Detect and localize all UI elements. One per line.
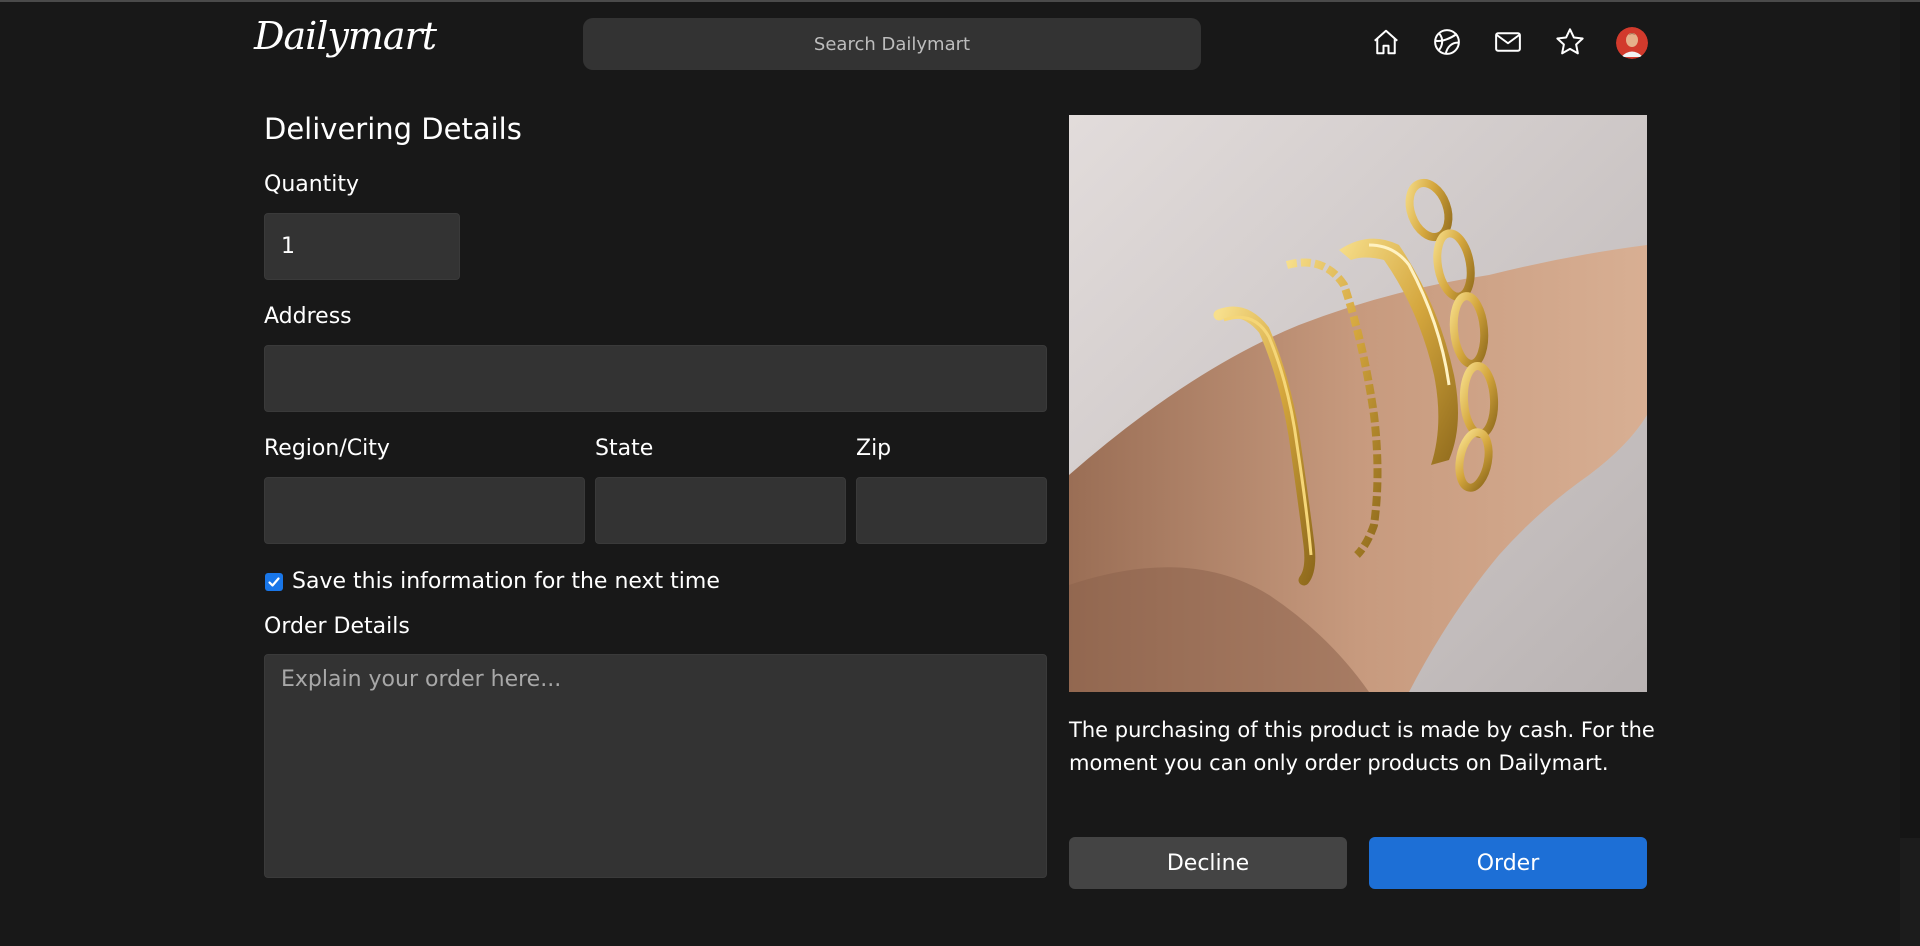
product-image: [1069, 115, 1647, 692]
region-city-label: Region/City: [264, 436, 390, 461]
star-icon[interactable]: [1554, 26, 1586, 58]
dailymart-logo[interactable]: Dailymart: [254, 14, 437, 58]
scrollbar[interactable]: [1900, 2, 1920, 838]
state-label: State: [595, 436, 654, 461]
zip-field[interactable]: [856, 477, 1047, 544]
order-button[interactable]: Order: [1369, 837, 1647, 889]
payment-info-text: The purchasing of this product is made b…: [1069, 718, 1655, 775]
save-info-checkbox[interactable]: [265, 573, 283, 591]
home-icon[interactable]: [1370, 26, 1402, 58]
save-info-label[interactable]: Save this information for the next time: [292, 569, 720, 594]
address-label: Address: [264, 304, 352, 329]
quantity-label: Quantity: [264, 172, 360, 197]
region-city-field[interactable]: [264, 477, 585, 544]
mail-icon[interactable]: [1492, 26, 1524, 58]
quantity-field[interactable]: [264, 213, 460, 280]
page-title: Delivering Details: [264, 112, 522, 146]
globe-icon[interactable]: [1431, 26, 1463, 58]
address-field[interactable]: [264, 345, 1047, 412]
scrollbar-track[interactable]: [1900, 838, 1920, 946]
search-input[interactable]: [583, 18, 1201, 70]
decline-button[interactable]: Decline: [1069, 837, 1347, 889]
zip-label: Zip: [856, 436, 892, 461]
state-field[interactable]: [595, 477, 846, 544]
order-details-textarea[interactable]: [264, 654, 1047, 878]
avatar[interactable]: [1616, 27, 1648, 59]
order-details-label: Order Details: [264, 614, 410, 639]
window-top-border: [0, 0, 1920, 2]
